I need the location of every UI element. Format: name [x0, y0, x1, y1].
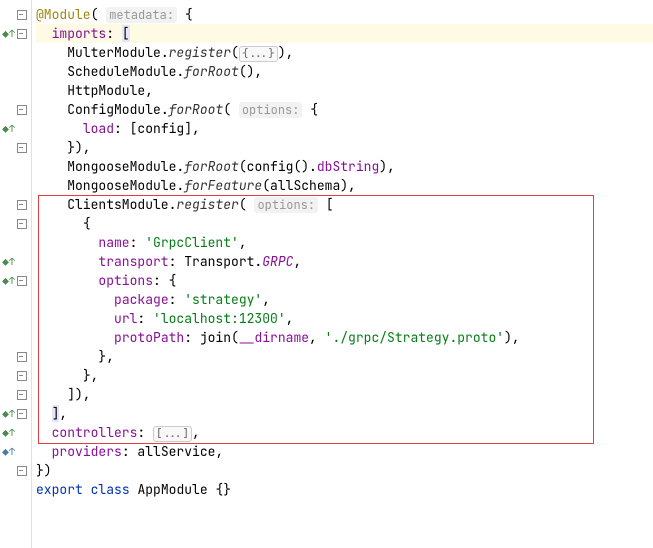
code-area[interactable]: @Module( metadata: { imports: [ MulterMo…	[32, 0, 653, 548]
fold-icon[interactable]	[17, 200, 27, 210]
code-line[interactable]: controllers: [...],	[36, 423, 653, 442]
code-line[interactable]: MongooseModule.forFeature(allSchema),	[36, 176, 653, 195]
fold-icon[interactable]	[17, 352, 27, 362]
code-line[interactable]: ScheduleModule.forRoot(),	[36, 62, 653, 81]
code-line[interactable]: }),	[36, 138, 653, 157]
code-line[interactable]: HttpModule,	[36, 81, 653, 100]
fold-icon[interactable]	[17, 219, 27, 229]
code-line[interactable]: },	[36, 347, 653, 366]
code-line[interactable]: load: [config],	[36, 119, 653, 138]
diff-marker[interactable]: ⬥↑	[2, 271, 15, 290]
diff-marker[interactable]: ⬥↑	[2, 423, 15, 442]
code-line[interactable]: })	[36, 461, 653, 480]
code-line[interactable]: protoPath: join(__dirname, './grpc/Strat…	[36, 328, 653, 347]
diff-marker[interactable]: ⬥↑	[2, 442, 15, 461]
code-line[interactable]: url: 'localhost:12300',	[36, 309, 653, 328]
code-line[interactable]: package: 'strategy',	[36, 290, 653, 309]
fold-icon[interactable]	[17, 10, 27, 20]
code-line[interactable]: options: {	[36, 271, 653, 290]
diff-marker[interactable]: ⬥↑	[2, 119, 15, 138]
code-line[interactable]	[36, 499, 653, 518]
code-line[interactable]: providers: allService,	[36, 442, 653, 461]
diff-marker[interactable]: ⬥↑	[2, 252, 15, 271]
fold-icon[interactable]	[17, 29, 27, 39]
inlay-hint: metadata:	[106, 7, 177, 23]
code-line[interactable]: ClientsModule.register( options: [	[36, 195, 653, 214]
fold-icon[interactable]	[17, 276, 27, 286]
fold-icon[interactable]	[17, 371, 27, 381]
code-line[interactable]: MongooseModule.forRoot(config().dbString…	[36, 157, 653, 176]
inlay-hint: options:	[239, 102, 303, 118]
code-line[interactable]: imports: [	[36, 24, 653, 43]
code-line[interactable]: {	[36, 214, 653, 233]
inlay-hint: options:	[254, 197, 318, 213]
fold-icon[interactable]	[17, 409, 27, 419]
diff-marker[interactable]: ⬥↑	[2, 404, 15, 423]
code-line[interactable]: ]),	[36, 385, 653, 404]
fold-icon[interactable]	[17, 390, 27, 400]
code-line[interactable]: },	[36, 366, 653, 385]
code-line[interactable]: transport: Transport.GRPC,	[36, 252, 653, 271]
code-line[interactable]: @Module( metadata: {	[36, 5, 653, 24]
folded-code[interactable]: [...]	[153, 426, 192, 442]
code-line[interactable]: export class AppModule {}	[36, 480, 653, 499]
code-line[interactable]: ConfigModule.forRoot( options: {	[36, 100, 653, 119]
code-line[interactable]: ],	[36, 404, 653, 423]
fold-icon[interactable]	[17, 105, 27, 115]
fold-icon[interactable]	[17, 143, 27, 153]
code-editor: ⬥↑ ⬥↑ ⬥↑ ⬥↑ ⬥↑ ⬥↑ ⬥↑ @Module( metadata: …	[0, 0, 653, 548]
fold-icon[interactable]	[17, 466, 27, 476]
code-line[interactable]: MulterModule.register({...}),	[36, 43, 653, 62]
diff-marker[interactable]: ⬥↑	[2, 24, 15, 43]
gutter: ⬥↑ ⬥↑ ⬥↑ ⬥↑ ⬥↑ ⬥↑ ⬥↑	[0, 0, 32, 548]
code-line[interactable]: name: 'GrpcClient',	[36, 233, 653, 252]
folded-code[interactable]: {...}	[239, 46, 278, 62]
